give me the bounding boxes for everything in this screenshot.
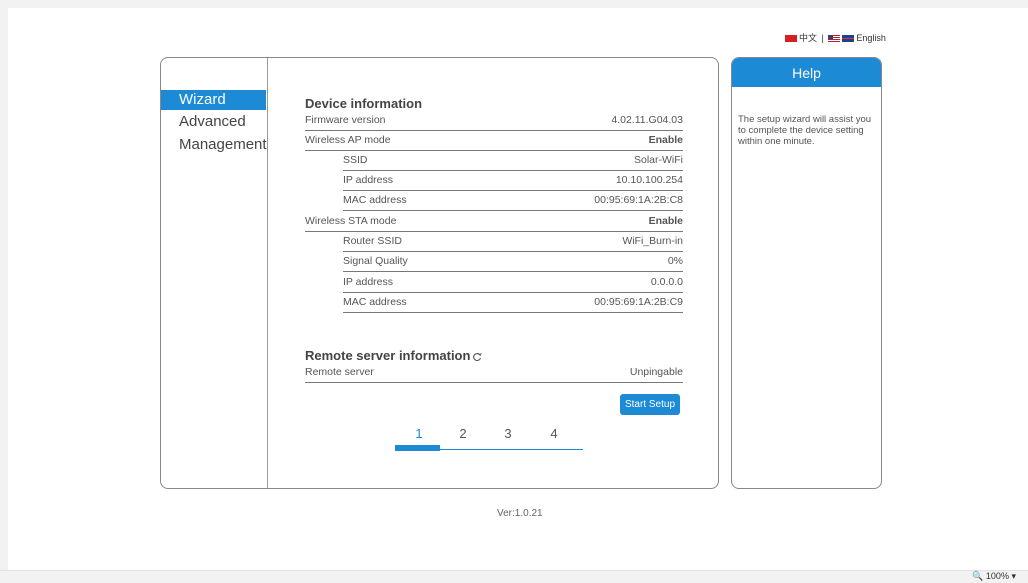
row-label: IP address: [343, 276, 394, 288]
row-label: Firmware version: [305, 114, 386, 126]
row-value: 4.02.11.G04.03: [611, 114, 683, 126]
row-router-ssid: Router SSID WiFi_Burn-in: [343, 232, 683, 252]
refresh-icon[interactable]: [472, 352, 483, 362]
row-label: Wireless AP mode: [305, 134, 391, 146]
row-ap-mac: MAC address 00:95:69:1A:2B:C8: [343, 191, 683, 211]
row-signal-quality: Signal Quality 0%: [343, 252, 683, 272]
language-switcher: 中文 | English: [785, 31, 886, 44]
row-label: MAC address: [343, 296, 407, 308]
nav-item-management[interactable]: Management: [161, 135, 267, 155]
lang-separator: |: [821, 33, 824, 43]
remote-title-text: Remote server information: [305, 348, 471, 363]
us-flag-icon: [828, 35, 841, 43]
start-setup-button[interactable]: Start Setup: [620, 394, 680, 415]
china-flag-icon: [785, 35, 797, 43]
browser-status-bar: 🔍 100% ▾: [0, 570, 1028, 582]
row-value: Enable: [648, 134, 683, 146]
row-label: Signal Quality: [343, 255, 408, 267]
row-value: 0.0.0.0: [650, 276, 683, 288]
remote-server-title: Remote server information: [305, 348, 483, 363]
row-label: Router SSID: [343, 235, 402, 247]
step-1[interactable]: 1: [409, 426, 429, 441]
row-value: Solar-WiFi: [634, 154, 683, 166]
step-progress-indicator: [395, 445, 440, 451]
zoom-icon: 🔍: [972, 571, 984, 581]
lang-english-link[interactable]: English: [856, 33, 886, 43]
zoom-level: 100%: [985, 571, 1009, 581]
device-info-title: Device information: [305, 96, 423, 111]
row-value: 00:95:69:1A:2B:C8: [594, 194, 683, 206]
main-panel: Wizard Advanced Management Device inform…: [160, 57, 719, 489]
row-value: 00:95:69:1A:2B:C9: [594, 296, 683, 308]
row-ap-ip: IP address 10.10.100.254: [343, 171, 683, 191]
row-ap-mode: Wireless AP mode Enable: [305, 131, 683, 151]
row-label: IP address: [343, 174, 394, 186]
row-label: SSID: [343, 154, 368, 166]
row-value: 10.10.100.254: [615, 174, 683, 186]
row-value: WiFi_Burn-in: [622, 235, 683, 247]
chevron-down-icon: ▾: [1011, 571, 1016, 581]
row-ssid: SSID Solar-WiFi: [343, 151, 683, 171]
step-3[interactable]: 3: [498, 426, 518, 441]
help-title: Help: [732, 58, 881, 87]
row-label: Remote server: [305, 366, 374, 378]
step-2[interactable]: 2: [453, 426, 473, 441]
row-value: 0%: [667, 255, 683, 267]
row-value: Unpingable: [629, 366, 683, 378]
help-panel: Help The setup wizard will assist you to…: [731, 57, 882, 489]
row-label: Wireless STA mode: [305, 215, 397, 227]
version-label: Ver:1.0.21: [497, 508, 543, 519]
row-sta-mode: Wireless STA mode Enable: [305, 212, 683, 232]
nav-item-wizard[interactable]: Wizard: [161, 90, 266, 110]
row-sta-ip: IP address 0.0.0.0: [343, 273, 683, 293]
step-track: [395, 449, 583, 450]
uk-flag-icon: [842, 35, 855, 43]
row-remote-server: Remote server Unpingable: [305, 363, 683, 383]
row-label: MAC address: [343, 194, 407, 206]
row-firmware: Firmware version 4.02.11.G04.03: [305, 111, 683, 131]
wizard-steps: 1 2 3 4: [395, 424, 583, 452]
lang-chinese-link[interactable]: 中文: [799, 33, 817, 43]
row-sta-mac: MAC address 00:95:69:1A:2B:C9: [343, 293, 683, 313]
row-value: Enable: [648, 215, 683, 227]
side-nav: Wizard Advanced Management: [161, 58, 268, 488]
nav-item-advanced[interactable]: Advanced: [161, 112, 266, 132]
help-text: The setup wizard will assist you to comp…: [738, 114, 872, 147]
step-4[interactable]: 4: [544, 426, 564, 441]
